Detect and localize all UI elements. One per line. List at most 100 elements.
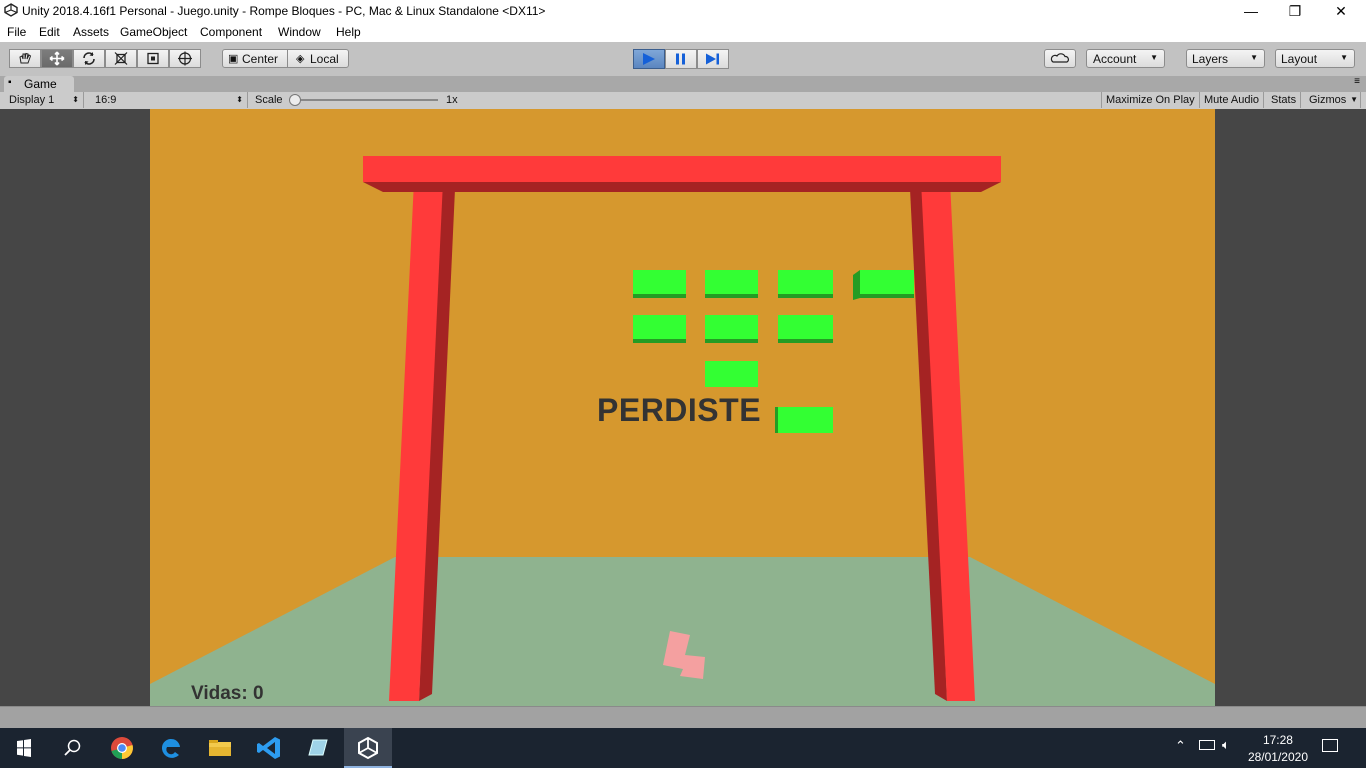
window-title-bar: Unity 2018.4.16f1 Personal - Juego.unity… (0, 0, 1366, 22)
minimize-button[interactable]: — (1228, 0, 1274, 22)
scale-tool-button[interactable] (105, 49, 137, 68)
show-hidden-icons-icon[interactable]: ⌃ (1175, 738, 1186, 754)
layers-label: Layers (1192, 52, 1229, 66)
gizmos-label: Gizmos (1309, 94, 1347, 106)
main-toolbar: ▣ Center ◈ Local Account ▼ Layers ▼ Layo… (0, 42, 1366, 77)
taskbar-edge[interactable] (147, 728, 195, 768)
clock-date: 28/01/2020 (1247, 750, 1308, 764)
clock-time: 17:28 (1262, 733, 1293, 747)
windows-taskbar: ⌃ 🔈︎ 17:28 28/01/2020 (0, 728, 1366, 768)
tab-menu-icon[interactable]: ≡ (1354, 76, 1360, 87)
vscode-icon (257, 737, 280, 759)
menu-edit[interactable]: Edit (39, 25, 60, 39)
menu-component[interactable]: Component (200, 25, 262, 39)
maximize-on-play-toggle[interactable]: Maximize On Play (1101, 92, 1200, 108)
scale-slider[interactable] (289, 94, 438, 106)
gizmos-dropdown[interactable]: Gizmos ▼ (1305, 92, 1361, 108)
rotate-tool-button[interactable] (73, 49, 105, 68)
volume-icon[interactable]: 🔈︎ (1222, 737, 1230, 753)
floor (150, 557, 1215, 706)
scale-value: 1x (446, 94, 458, 106)
mute-audio-toggle[interactable]: Mute Audio (1200, 92, 1265, 108)
brick (633, 270, 686, 298)
pause-button[interactable] (665, 49, 697, 69)
brick (705, 270, 758, 298)
unity-icon (358, 736, 378, 760)
play-icon (643, 53, 655, 65)
dropdown-arrow-icon: ▼ (1350, 95, 1358, 104)
search-icon (64, 739, 81, 756)
dropdown-arrow-icon: ⬍ (236, 95, 243, 104)
stats-toggle[interactable]: Stats (1267, 92, 1302, 108)
brick (705, 361, 758, 387)
scale-label: Scale (255, 94, 283, 106)
layout-dropdown[interactable]: Layout ▼ (1275, 49, 1355, 68)
game-options-bar: Display 1 ⬍ 16:9 ⬍ Scale 1x Maximize On … (0, 92, 1366, 110)
pivot-icon: ▣ (228, 53, 239, 65)
move-icon (49, 51, 65, 66)
display-label: Display 1 (9, 94, 55, 106)
rect-tool-button[interactable] (137, 49, 169, 68)
dropdown-arrow-icon: ▼ (1340, 53, 1348, 62)
play-button[interactable] (633, 49, 665, 69)
brick (778, 315, 833, 343)
windows-start-icon (17, 739, 31, 757)
collab-button[interactable] (1044, 49, 1076, 68)
window-title: Unity 2018.4.16f1 Personal - Juego.unity… (22, 4, 546, 18)
menu-help[interactable]: Help (336, 25, 361, 39)
aspect-label: 16:9 (95, 94, 117, 106)
hand-icon (19, 52, 32, 64)
local-cube-icon: ◈ (296, 53, 305, 65)
menu-assets[interactable]: Assets (73, 25, 109, 39)
rotate-icon (83, 52, 95, 65)
aspect-dropdown[interactable]: 16:9 ⬍ (91, 92, 248, 108)
transform-tool-button[interactable] (169, 49, 201, 68)
close-button[interactable]: ✕ (1318, 0, 1364, 22)
taskbar-unity[interactable] (344, 728, 392, 768)
move-tool-button[interactable] (41, 49, 73, 68)
menu-window[interactable]: Window (278, 25, 321, 39)
game-tab-label: Game (24, 77, 57, 91)
scale-slider-handle[interactable] (289, 94, 301, 106)
layout-label: Layout (1281, 52, 1318, 66)
editor-status-bar (0, 706, 1366, 729)
transform-icon (178, 51, 192, 66)
pivot-center-toggle[interactable]: ▣ Center (222, 49, 288, 68)
unity-logo-icon (4, 3, 18, 17)
chrome-icon (111, 737, 133, 759)
frame-top-beam (363, 156, 1001, 182)
search-button[interactable] (48, 728, 96, 768)
taskbar-vscode[interactable] (245, 728, 293, 768)
layers-dropdown[interactable]: Layers ▼ (1186, 49, 1265, 68)
dropdown-arrow-icon: ▼ (1150, 53, 1158, 62)
game-view[interactable]: PERDISTE Vidas: 0 (150, 109, 1215, 706)
game-over-message: PERDISTE (597, 392, 762, 428)
menu-file[interactable]: File (7, 25, 26, 39)
menu-gameobject[interactable]: GameObject (120, 25, 187, 39)
start-button[interactable] (0, 728, 48, 768)
space-label: Local (310, 52, 339, 66)
cloud-icon (1050, 53, 1069, 63)
edge-icon (161, 738, 180, 758)
maximize-button[interactable]: ❐ (1272, 0, 1318, 22)
tab-game[interactable]: ▪ Game (4, 76, 74, 92)
pivot-local-toggle[interactable]: ◈ Local (287, 49, 349, 68)
brick (633, 315, 686, 343)
hand-tool-button[interactable] (9, 49, 41, 68)
menu-bar: File Edit Assets GameObject Component Wi… (0, 22, 1366, 42)
step-button[interactable] (697, 49, 729, 69)
display-dropdown[interactable]: Display 1 ⬍ (5, 92, 84, 108)
pivot-label: Center (242, 52, 279, 66)
scale-icon (114, 52, 128, 65)
dropdown-arrow-icon: ▼ (1250, 53, 1258, 62)
notifications-button[interactable] (1322, 739, 1338, 752)
taskbar-notes[interactable] (294, 728, 342, 768)
brick (775, 407, 833, 433)
account-label: Account (1093, 52, 1137, 66)
system-clock[interactable]: 17:28 28/01/2020 (1248, 732, 1308, 766)
battery-icon[interactable] (1199, 740, 1215, 750)
account-dropdown[interactable]: Account ▼ (1086, 49, 1165, 68)
taskbar-chrome[interactable] (98, 728, 146, 768)
brick (853, 270, 914, 300)
taskbar-file-explorer[interactable] (196, 728, 244, 768)
